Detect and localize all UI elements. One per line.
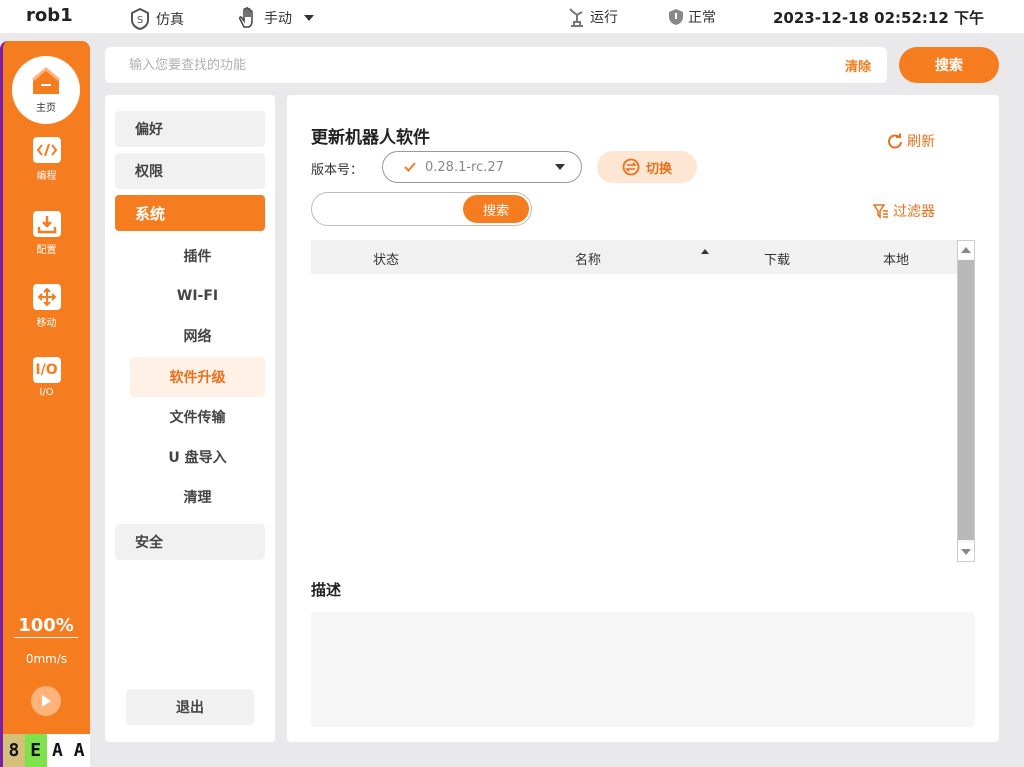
- rail-item-config[interactable]: 配置: [3, 211, 90, 256]
- rail-item-label: 移动: [36, 318, 57, 329]
- health-status: 正常: [668, 7, 716, 27]
- rail-item-move[interactable]: 移动: [3, 284, 90, 329]
- nav-sub-software-upgrade[interactable]: 软件升级: [130, 357, 265, 397]
- column-download[interactable]: 下载: [764, 249, 790, 268]
- package-table-body: [311, 274, 957, 560]
- play-button[interactable]: [31, 686, 61, 716]
- rail-item-label: 编程: [36, 171, 57, 182]
- refresh-button[interactable]: 刷新: [887, 131, 935, 151]
- refresh-icon: [888, 133, 902, 149]
- left-rail: 主页 编程 配置 移动 I/O I/O 100% 0mm/s 8 E A A: [0, 41, 90, 767]
- robot-arm-icon: [569, 8, 583, 27]
- manual-mode-label: 手动: [264, 11, 292, 27]
- nav-sub-wifi[interactable]: WI-FI: [130, 276, 265, 316]
- nav-sub-usb-import[interactable]: U 盘导入: [130, 437, 265, 477]
- config-icon: [32, 211, 61, 237]
- table-scrollbar[interactable]: [957, 240, 975, 562]
- status-strip: 8 E A A: [3, 734, 90, 767]
- page-title: 更新机器人软件: [311, 128, 430, 148]
- nav-category-preferences[interactable]: 偏好: [115, 111, 265, 147]
- rail-item-label: I/O: [39, 387, 54, 398]
- refresh-label: 刷新: [907, 134, 935, 150]
- software-update-panel: 更新机器人软件 刷新 版本号： 0.28.1-rc.27 切换 搜索 过滤器 状…: [287, 95, 999, 742]
- switch-version-button[interactable]: 切换: [597, 151, 697, 183]
- package-table-header: 状态 名称 下载 本地: [311, 240, 957, 274]
- search-button[interactable]: 搜索: [899, 47, 999, 83]
- arrow-down-icon: [961, 549, 971, 555]
- column-local[interactable]: 本地: [883, 249, 909, 268]
- nav-category-security[interactable]: 安全: [115, 524, 265, 560]
- clear-button[interactable]: 清除: [845, 56, 871, 75]
- switch-label: 切换: [645, 161, 672, 177]
- speed-percent[interactable]: 100%: [14, 615, 78, 638]
- arrow-up-icon: [961, 247, 971, 253]
- play-icon: [42, 695, 51, 707]
- status-code-0: 8: [3, 734, 25, 767]
- sort-ascending-icon[interactable]: [701, 249, 709, 254]
- function-search-box: 清除: [105, 47, 887, 83]
- scroll-down-button[interactable]: [958, 543, 974, 561]
- description-box: [311, 612, 975, 727]
- status-code-2: A: [46, 734, 69, 767]
- function-search-input[interactable]: [129, 55, 779, 75]
- top-bar: rob1 S 仿真 手动 运行 正常 2023-12-18 02:52:12 下…: [0, 0, 1024, 33]
- datetime: 2023-12-18 02:52:12 下午: [772, 9, 984, 27]
- filter-button[interactable]: 过滤器: [873, 201, 935, 221]
- robot-name[interactable]: rob1: [26, 5, 73, 26]
- status-code-1: E: [24, 734, 47, 767]
- column-status[interactable]: 状态: [373, 249, 399, 268]
- nav-sub-file-transfer[interactable]: 文件传输: [130, 397, 265, 437]
- run-state-label: 运行: [590, 10, 618, 26]
- home-icon: [32, 67, 60, 94]
- filter-label: 过滤器: [893, 204, 935, 220]
- nav-sub-network[interactable]: 网络: [130, 316, 265, 356]
- check-icon: [404, 162, 416, 172]
- version-label: 版本号：: [311, 163, 364, 178]
- run-state: 运行: [568, 7, 618, 27]
- health-status-label: 正常: [688, 10, 716, 26]
- svg-text:S: S: [137, 15, 143, 26]
- nav-category-permissions[interactable]: 权限: [115, 153, 265, 189]
- scroll-thumb[interactable]: [958, 260, 974, 540]
- description-title: 描述: [311, 581, 342, 599]
- column-name[interactable]: 名称: [575, 249, 601, 268]
- nav-sub-plugins[interactable]: 插件: [130, 236, 265, 276]
- swap-icon: [622, 158, 640, 176]
- status-code-3: A: [68, 734, 90, 767]
- home-label: 主页: [36, 103, 56, 114]
- settings-nav: 偏好 权限 系统 插件 WI-FI 网络 软件升级 文件传输 U 盘导入 清理 …: [105, 95, 275, 742]
- logout-button[interactable]: 退出: [126, 689, 254, 725]
- version-value: 0.28.1-rc.27: [425, 159, 504, 175]
- version-select[interactable]: 0.28.1-rc.27: [382, 151, 582, 183]
- shield-icon: [669, 9, 683, 25]
- home-button[interactable]: 主页: [12, 56, 80, 124]
- nav-sub-cleanup[interactable]: 清理: [130, 477, 265, 517]
- chevron-down-icon: [555, 164, 565, 170]
- move-icon: [32, 284, 61, 310]
- package-search-input[interactable]: [324, 200, 454, 220]
- package-search-button[interactable]: 搜索: [463, 195, 529, 223]
- manual-mode-dropdown[interactable]: 手动: [236, 7, 316, 29]
- hand-icon: [239, 7, 253, 28]
- chevron-down-icon: [304, 15, 314, 21]
- code-icon: [32, 137, 61, 163]
- speed-value: 0mm/s: [25, 652, 68, 666]
- sim-mode-label: 仿真: [156, 12, 184, 28]
- package-search-box: 搜索: [311, 192, 532, 226]
- sim-shield-icon: S: [131, 7, 149, 31]
- scroll-up-button[interactable]: [958, 241, 974, 259]
- io-icon: I/O: [32, 357, 61, 383]
- rail-item-program[interactable]: 编程: [3, 137, 90, 182]
- nav-category-system[interactable]: 系统: [115, 195, 265, 231]
- rail-item-label: 配置: [36, 245, 57, 256]
- filter-icon: [873, 204, 888, 219]
- rail-item-io[interactable]: I/O I/O: [3, 357, 90, 398]
- sim-mode-toggle[interactable]: S 仿真: [128, 7, 184, 31]
